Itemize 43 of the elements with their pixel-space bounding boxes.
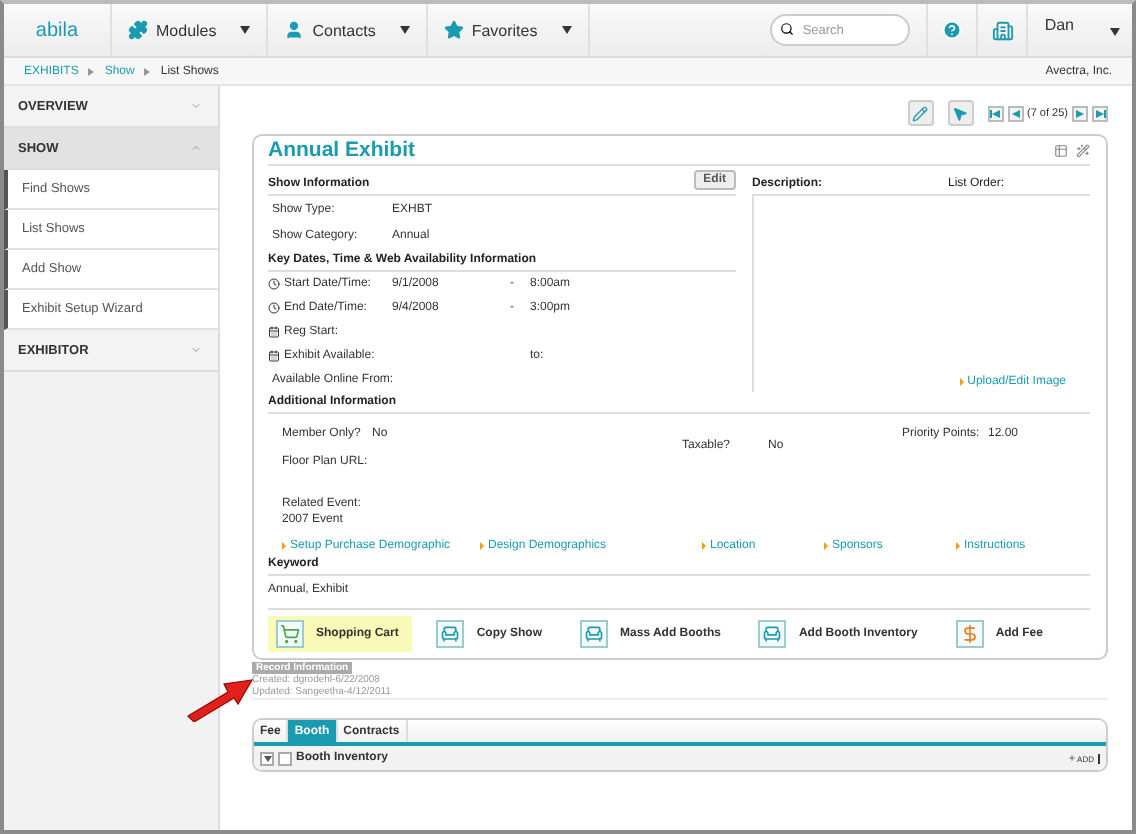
caret-icon bbox=[561, 26, 572, 34]
next-page-button[interactable] bbox=[1072, 105, 1088, 121]
layout-icon[interactable] bbox=[1054, 143, 1068, 157]
pointer-arrow-drawing bbox=[184, 674, 256, 722]
pencil-icon bbox=[912, 105, 929, 121]
expand-toggle[interactable] bbox=[260, 751, 274, 765]
person-icon bbox=[284, 20, 305, 40]
calendar-icon bbox=[268, 326, 280, 338]
cart-icon bbox=[276, 620, 304, 648]
user-menu[interactable]: Dan bbox=[1026, 4, 1132, 56]
chair-icon bbox=[436, 620, 465, 648]
star-icon bbox=[443, 20, 464, 40]
grid-icon bbox=[278, 751, 292, 765]
separator-icon bbox=[88, 67, 95, 75]
chair-icon bbox=[580, 620, 609, 648]
calendar-icon bbox=[268, 350, 280, 362]
pencil-button[interactable] bbox=[907, 100, 934, 126]
last-page-button[interactable] bbox=[1092, 105, 1108, 121]
search-icon bbox=[780, 22, 795, 36]
card-title: Annual Exhibit bbox=[268, 138, 415, 162]
chevron-down-icon bbox=[190, 100, 202, 112]
clock-icon bbox=[268, 302, 280, 314]
caret-icon bbox=[399, 26, 410, 34]
separator-icon bbox=[144, 67, 151, 75]
caret-icon bbox=[1110, 28, 1120, 36]
chair-icon bbox=[758, 620, 787, 648]
nav-menu[interactable]: Modules bbox=[112, 4, 269, 56]
building-icon[interactable] bbox=[991, 19, 1014, 41]
pointer-button[interactable] bbox=[947, 100, 974, 126]
caret-icon bbox=[240, 26, 251, 34]
previous-page-button[interactable] bbox=[1007, 105, 1024, 121]
chevron-down-icon bbox=[190, 344, 202, 356]
dollar-icon bbox=[955, 620, 984, 648]
plus-icon bbox=[1067, 754, 1076, 762]
clock-icon bbox=[268, 278, 280, 290]
first-page-button[interactable] bbox=[987, 105, 1004, 121]
nav-menu[interactable]: Contacts bbox=[268, 4, 428, 56]
wand-icon[interactable] bbox=[1076, 143, 1090, 157]
cursor-icon bbox=[952, 105, 969, 121]
puzzle-icon bbox=[128, 20, 148, 40]
nav-menu[interactable]: Favorites bbox=[427, 4, 590, 56]
chevron-up-icon bbox=[190, 142, 202, 154]
help-icon[interactable] bbox=[942, 20, 963, 40]
